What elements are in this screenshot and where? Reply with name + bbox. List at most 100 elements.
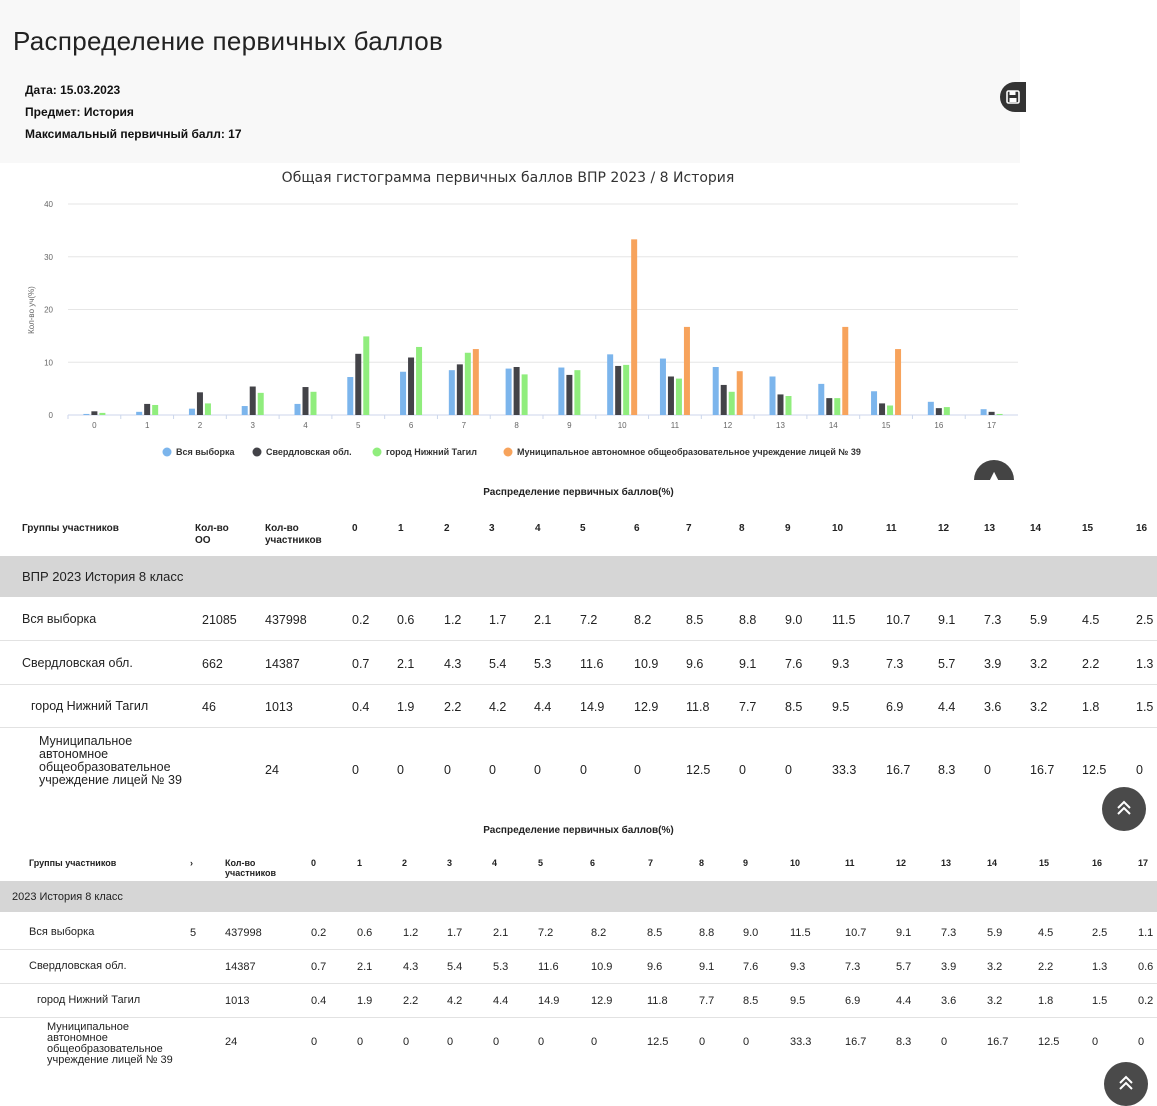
column-header: 17 xyxy=(1138,858,1149,868)
cell-value: 0.6 xyxy=(1138,961,1154,973)
cell-participants: 1013 xyxy=(225,995,250,1007)
cell-value: 1.9 xyxy=(357,995,373,1007)
cell-oo-count: 21085 xyxy=(202,613,237,627)
x-tick-label: 2 xyxy=(198,421,203,430)
chevrons-up-icon xyxy=(1119,1075,1133,1090)
cell-value: 5.7 xyxy=(896,961,912,973)
save-button[interactable] xyxy=(1000,82,1026,112)
cell-value: 11.6 xyxy=(538,961,559,973)
cell-value: 2.1 xyxy=(357,961,373,973)
legend-item: город Нижний Тагил xyxy=(386,447,477,457)
x-tick-label: 15 xyxy=(882,421,891,430)
bar xyxy=(623,364,630,415)
bar xyxy=(456,364,463,415)
x-tick-label: 17 xyxy=(987,421,996,430)
cell-value: 1.5 xyxy=(1136,700,1154,714)
cell-value: 0.2 xyxy=(352,613,370,627)
cell-value: 1.3 xyxy=(1092,961,1108,973)
cell-value: 2.2 xyxy=(444,700,462,714)
bar xyxy=(152,404,159,415)
column-header: Кол-во ОО xyxy=(195,523,229,546)
bar xyxy=(574,370,581,415)
cell-value: 9.3 xyxy=(790,961,806,973)
column-header: 15 xyxy=(1082,523,1094,534)
bar xyxy=(513,366,520,415)
x-tick-label: 11 xyxy=(671,421,680,430)
x-tick-label: 0 xyxy=(92,421,97,430)
bar xyxy=(631,239,638,415)
cell-value: 2.5 xyxy=(1136,613,1154,627)
cell-value: 0 xyxy=(493,1036,500,1048)
cell-value: 8.3 xyxy=(896,1036,912,1048)
cell-value: 7.2 xyxy=(538,927,554,939)
legend-item: Свердловская обл. xyxy=(266,447,352,457)
x-tick-label: 7 xyxy=(462,421,467,430)
cell-value: 0 xyxy=(785,763,792,777)
cell-value: 2.1 xyxy=(397,657,415,671)
bar xyxy=(558,367,565,415)
cell-value: 3.6 xyxy=(941,995,957,1007)
bar xyxy=(879,403,886,415)
x-tick-label: 9 xyxy=(567,421,572,430)
bar xyxy=(188,408,195,415)
distribution-table-1: Распределение первичных баллов(%) Группы … xyxy=(0,482,1157,817)
cell-participants: 14387 xyxy=(265,657,300,671)
row-label: город Нижний Тагил xyxy=(37,994,141,1006)
cell-value: 3.2 xyxy=(1030,657,1048,671)
cell-value: 8.2 xyxy=(591,927,607,939)
cell-value: 11.5 xyxy=(832,613,856,627)
bar xyxy=(241,406,248,415)
bar xyxy=(400,371,407,415)
scroll-top-button-2[interactable] xyxy=(1104,1062,1148,1106)
row-divider xyxy=(0,684,1157,685)
y-tick-label: 0 xyxy=(49,411,54,420)
column-header: 13 xyxy=(941,858,952,868)
column-header: 10 xyxy=(790,858,801,868)
cell-value: 0 xyxy=(534,763,541,777)
cell-value: 4.4 xyxy=(896,995,912,1007)
cell-value: 0 xyxy=(538,1036,545,1048)
cell-oo-count: 662 xyxy=(202,657,223,671)
scroll-top-button[interactable] xyxy=(1102,787,1146,831)
bar xyxy=(448,370,455,415)
bar xyxy=(347,377,354,415)
cell-value: 1.7 xyxy=(489,613,507,627)
cell-participants: 1013 xyxy=(265,700,293,714)
meta-subject: Предмет: История xyxy=(25,105,134,119)
cell-value: 12.9 xyxy=(634,700,659,714)
cell-value: 10.9 xyxy=(634,657,659,671)
cell-value: 0 xyxy=(1138,1036,1145,1048)
column-header: 2 xyxy=(444,523,450,534)
page-title: Распределение первичных баллов xyxy=(13,26,444,56)
cell-value: 2.2 xyxy=(1038,961,1054,973)
bar xyxy=(363,336,370,415)
row-label: Муниципальное автономное общеобразовател… xyxy=(39,734,182,787)
y-tick-label: 30 xyxy=(44,253,53,262)
column-header: 2 xyxy=(402,858,408,868)
row-divider xyxy=(0,949,1157,950)
bar xyxy=(683,326,690,415)
cell-value: 8.5 xyxy=(785,700,803,714)
cell-value: 3.2 xyxy=(987,961,1003,973)
column-header: 7 xyxy=(686,523,692,534)
row-label: Свердловская обл. xyxy=(29,960,127,972)
cell-value: 1.8 xyxy=(1082,700,1100,714)
column-header: 4 xyxy=(492,858,498,868)
cell-value: 0.4 xyxy=(352,700,370,714)
cell-value: 9.5 xyxy=(832,700,850,714)
report-header: Распределение первичных баллов Дата: 15.… xyxy=(0,0,1020,163)
cell-value: 0 xyxy=(311,1036,318,1048)
cell-value: 1.5 xyxy=(1092,995,1108,1007)
bar xyxy=(826,398,833,415)
cell-value: 33.3 xyxy=(790,1036,812,1048)
cell-value: 9.6 xyxy=(647,961,663,973)
cell-value: 4.5 xyxy=(1038,927,1054,939)
cell-value: 11.5 xyxy=(790,927,811,939)
legend-marker xyxy=(503,447,513,457)
table-caption: Распределение первичных баллов(%) xyxy=(483,487,674,498)
cell-value: 8.8 xyxy=(739,613,757,627)
column-header: 4 xyxy=(535,523,541,534)
bar xyxy=(659,358,666,415)
bar xyxy=(935,408,942,415)
bar xyxy=(943,407,950,415)
